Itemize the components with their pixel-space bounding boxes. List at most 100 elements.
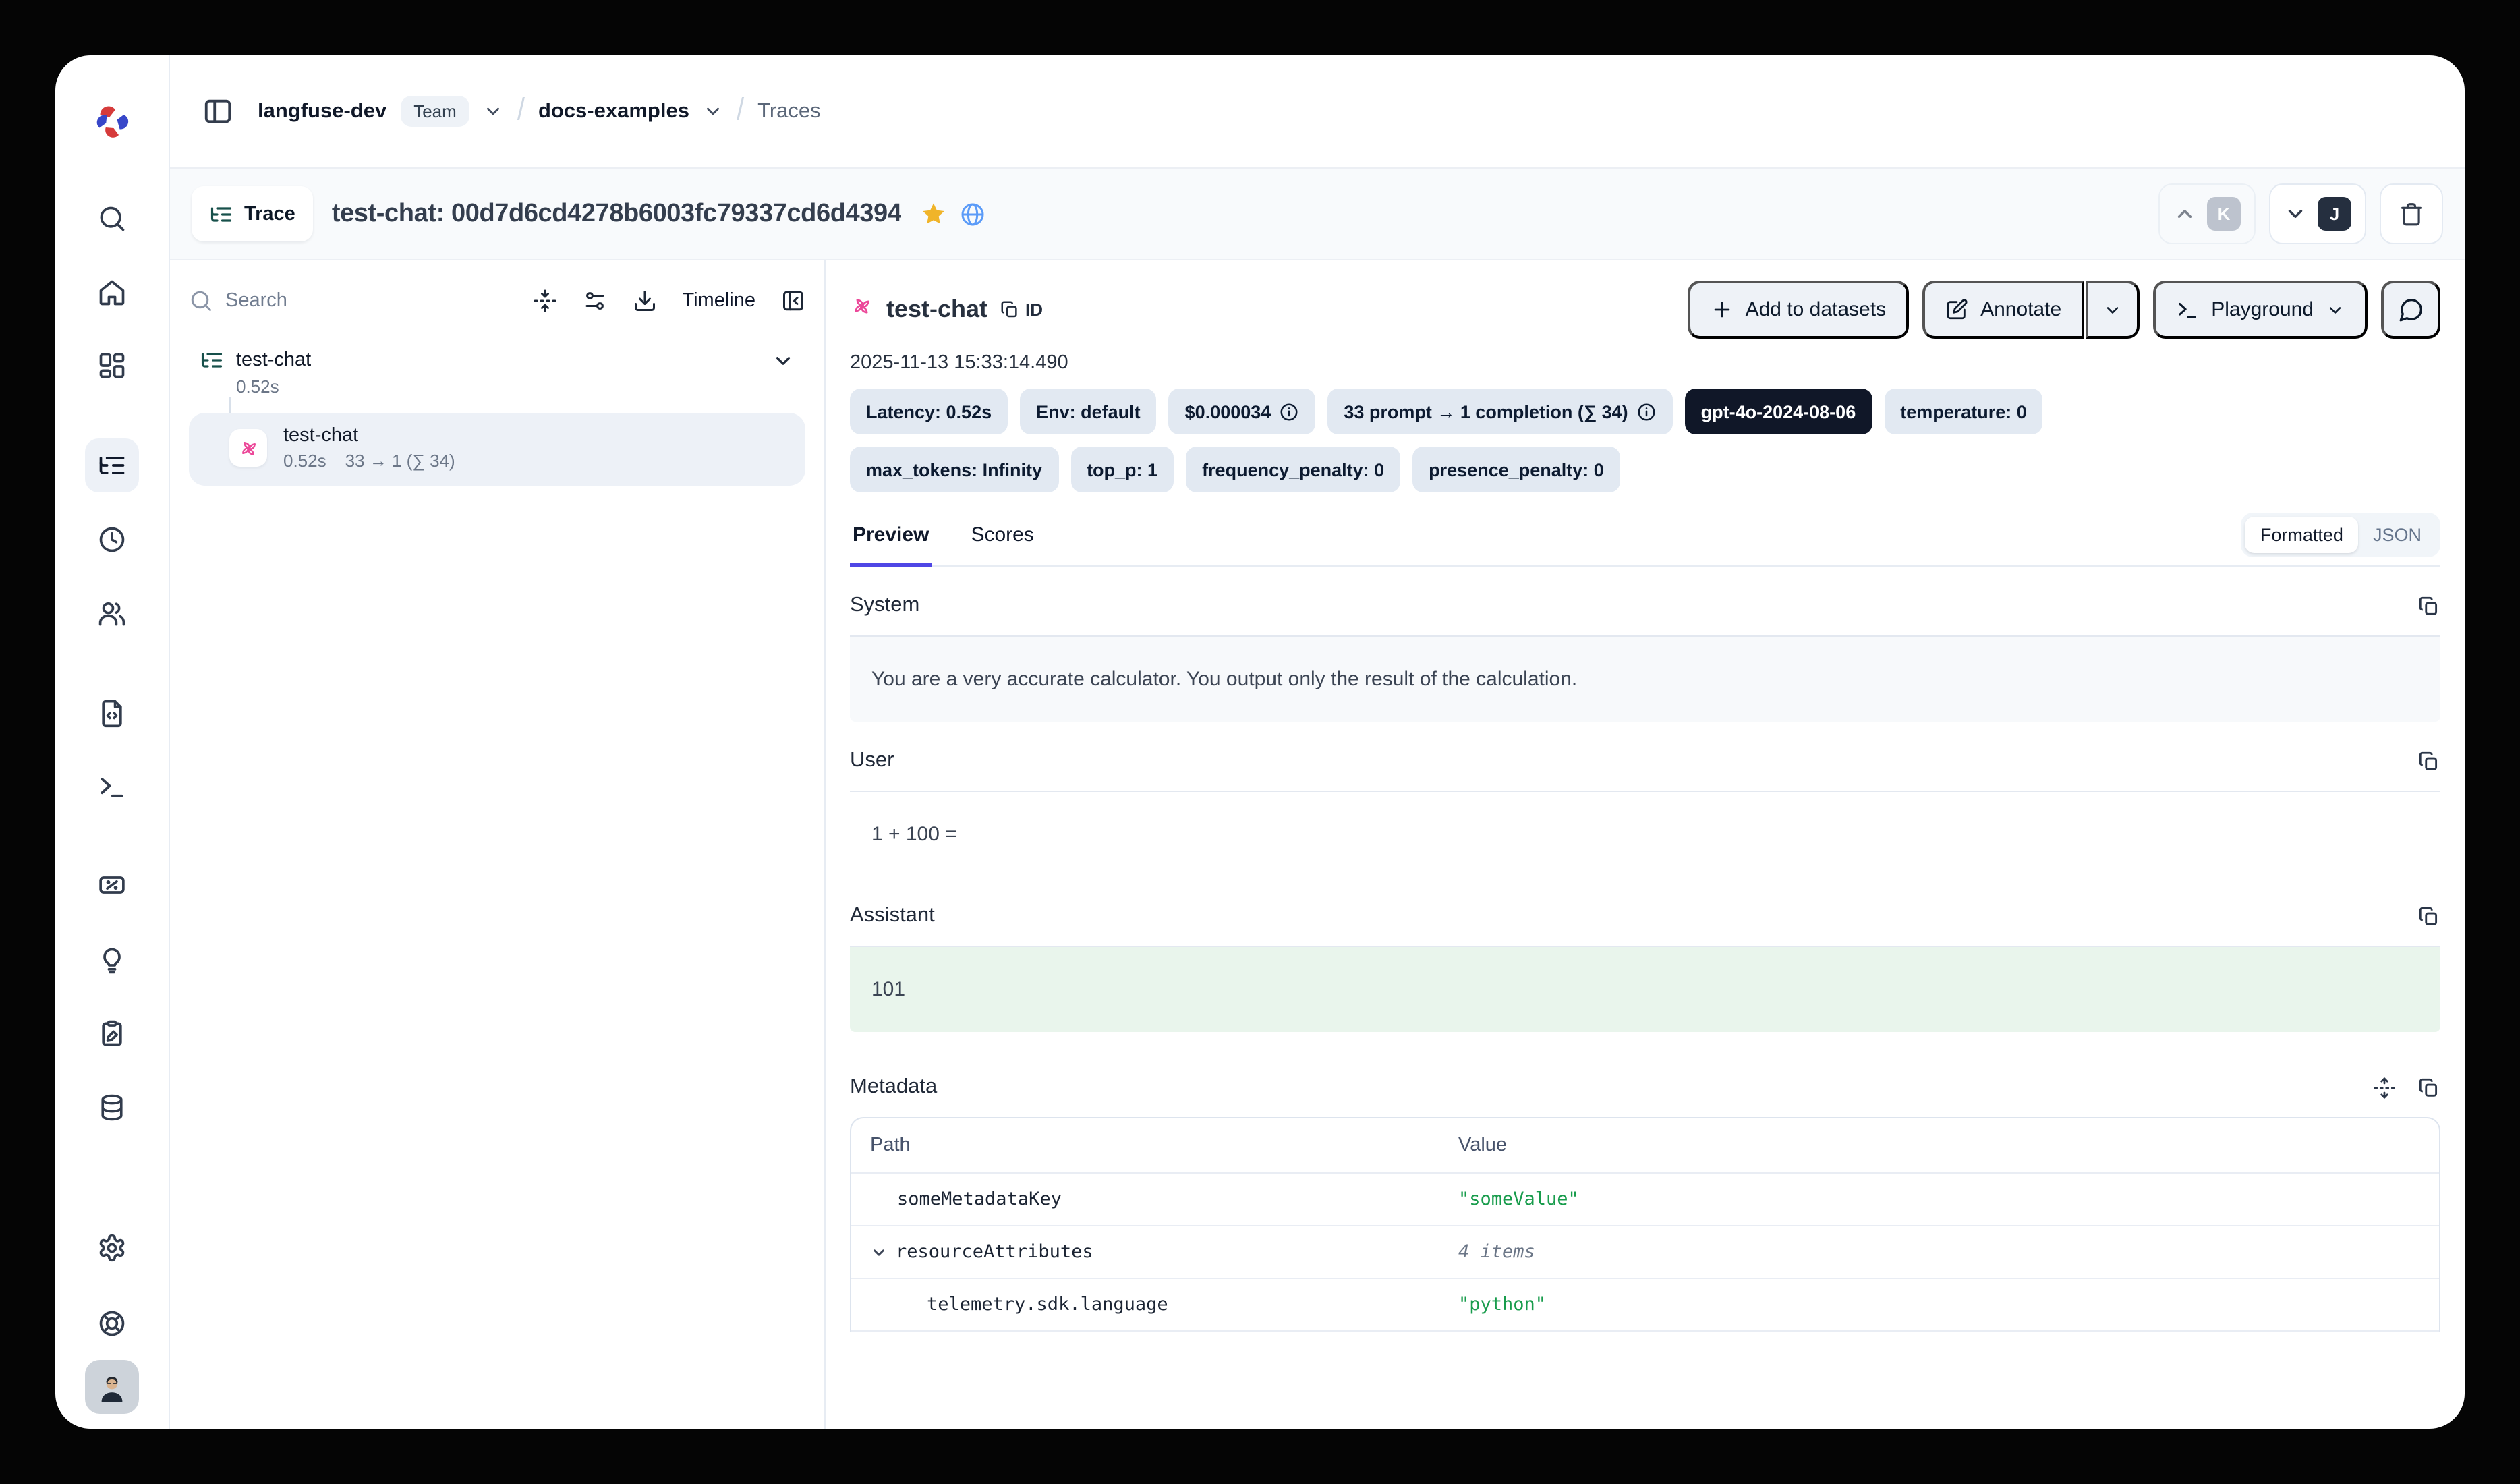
breadcrumb-separator: / (737, 94, 744, 130)
format-toggle: Formatted JSON (2241, 513, 2440, 557)
info-icon (1636, 401, 1657, 422)
info-icon (1279, 401, 1299, 422)
badges-row-1: Latency: 0.52s Env: default $0.000034 33… (850, 389, 2440, 434)
column-value: Value (1458, 1135, 2420, 1156)
chevron-down-icon (2103, 300, 2122, 319)
trace-tree: test-chat 0.52s test-chat (189, 345, 805, 486)
tree-toolbar-icons: Timeline (532, 289, 805, 313)
format-toggle-json[interactable]: JSON (2358, 517, 2436, 553)
section-assistant: Assistant 101 (850, 904, 2440, 1032)
playground-terminal-icon[interactable] (97, 772, 127, 801)
message-circle-icon (2398, 297, 2424, 322)
tab-preview[interactable]: Preview (850, 515, 932, 567)
collapse-chevron-icon[interactable] (772, 349, 795, 372)
org-chevron-icon[interactable] (484, 101, 504, 121)
metadata-table: Path Value someMetadataKey "someValue" r… (850, 1117, 2440, 1332)
users-icon[interactable] (97, 599, 127, 629)
square-pen-icon (1945, 298, 1968, 321)
add-to-datasets-button[interactable]: Add to datasets (1688, 281, 1910, 339)
tree-search-input[interactable] (225, 290, 387, 312)
expand-chevron-icon[interactable] (870, 1243, 888, 1261)
tree-item-tokens: 33 → 1 (∑ 34) (345, 451, 455, 471)
top-p-badge: top_p: 1 (1070, 447, 1174, 492)
comments-button[interactable] (2381, 281, 2440, 339)
format-toggle-formatted[interactable]: Formatted (2245, 517, 2358, 553)
breadcrumb: langfuse-dev Team / docs-examples / Trac… (258, 96, 821, 127)
copy-icon[interactable] (2417, 1076, 2440, 1099)
playground-label: Playground (2211, 298, 2314, 321)
annotate-button[interactable]: Annotate (1922, 281, 2084, 339)
copy-id-control[interactable]: ID (1000, 299, 1043, 320)
sessions-clock-icon[interactable] (97, 525, 127, 554)
metadata-table-header: Path Value (851, 1118, 2439, 1174)
filter-sliders-icon[interactable] (582, 289, 606, 313)
cost-badge[interactable]: $0.000034 (1169, 389, 1316, 434)
copy-icon[interactable] (2417, 749, 2440, 772)
trace-tree-panel: Timeline test-chat 0.52s (170, 260, 826, 1429)
search-icon[interactable] (97, 204, 127, 233)
insights-lightbulb-icon[interactable] (97, 946, 127, 975)
unfold-vertical-icon[interactable] (2373, 1076, 2396, 1099)
org-type-badge: Team (400, 96, 470, 127)
icon-rail (55, 55, 170, 1429)
prompts-file-icon[interactable] (97, 699, 127, 729)
section-system: System You are a very accurate calculato… (850, 594, 2440, 722)
observation-actions: Add to datasets Annotate (1688, 281, 2440, 339)
timeline-toggle[interactable]: Timeline (682, 290, 755, 312)
bookmark-star-icon[interactable] (920, 200, 947, 227)
home-icon[interactable] (97, 278, 127, 308)
tree-toolbar: Timeline (189, 278, 805, 324)
fold-vertical-icon[interactable] (532, 289, 556, 313)
datasets-database-icon[interactable] (97, 1093, 127, 1122)
tree-item-generation-selected[interactable]: test-chat 0.52s 33 → 1 (∑ 34) (189, 413, 805, 486)
temperature-badge: temperature: 0 (1884, 389, 2043, 434)
tree-item-trace[interactable]: test-chat 0.52s (189, 345, 805, 399)
public-globe-icon[interactable] (959, 200, 986, 227)
breadcrumb-org[interactable]: langfuse-dev (258, 99, 386, 123)
list-tree-icon (209, 202, 233, 226)
project-chevron-icon[interactable] (703, 101, 723, 121)
id-label: ID (1025, 299, 1043, 320)
trace-marks (920, 200, 986, 227)
trace-type-pill: Trace (192, 186, 313, 241)
settings-gear-icon[interactable] (97, 1233, 127, 1263)
preview-tabs: Preview Scores Formatted JSON (850, 515, 2440, 567)
dashboard-icon[interactable] (97, 351, 127, 380)
user-message: 1 + 100 = (850, 791, 2440, 877)
model-badge[interactable]: gpt-4o-2024-08-06 (1685, 389, 1872, 434)
annotate-dropdown-button[interactable] (2086, 281, 2140, 339)
generation-chip (229, 429, 267, 467)
observation-title: test-chat (886, 295, 987, 324)
langfuse-logo[interactable] (92, 101, 132, 142)
metadata-key: someMetadataKey (870, 1189, 1458, 1210)
evals-icon[interactable] (97, 870, 127, 900)
breadcrumb-section[interactable]: Traces (757, 99, 821, 123)
metadata-title: Metadata (850, 1075, 937, 1100)
breadcrumb-project[interactable]: docs-examples (538, 99, 689, 123)
frequency-penalty-badge: frequency_penalty: 0 (1186, 447, 1400, 492)
tab-scores[interactable]: Scores (968, 515, 1036, 565)
shortcut-key-k: K (2207, 197, 2241, 231)
observation-panel: test-chat ID Add to datasets (826, 260, 2465, 1429)
breadcrumb-separator: / (517, 94, 525, 130)
metadata-row-expandable[interactable]: resourceAttributes 4 items (851, 1226, 2439, 1279)
copy-icon[interactable] (2417, 594, 2440, 617)
tokens-badge[interactable]: 33 prompt → 1 completion (∑ 34) (1327, 389, 1672, 434)
user-avatar[interactable] (85, 1360, 139, 1414)
section-metadata: Metadata Path Value someMetadataKey (850, 1075, 2440, 1332)
delete-trace-button[interactable] (2380, 183, 2443, 244)
prev-trace-button[interactable]: K (2158, 183, 2256, 244)
download-icon[interactable] (632, 289, 656, 313)
playground-button[interactable]: Playground (2153, 281, 2368, 339)
annotate-label: Annotate (1980, 298, 2061, 321)
tracing-icon[interactable] (85, 438, 139, 492)
next-trace-button[interactable]: J (2269, 183, 2366, 244)
metadata-item-count: 4 items (1458, 1241, 2420, 1263)
annotation-clipboard-icon[interactable] (97, 1019, 127, 1048)
chevron-down-icon (2326, 300, 2345, 319)
tree-search[interactable] (189, 289, 532, 313)
collapse-panel-icon[interactable] (781, 289, 805, 313)
support-lifebuoy-icon[interactable] (97, 1309, 127, 1338)
sidebar-toggle-icon[interactable] (202, 96, 233, 127)
copy-icon[interactable] (2417, 905, 2440, 928)
